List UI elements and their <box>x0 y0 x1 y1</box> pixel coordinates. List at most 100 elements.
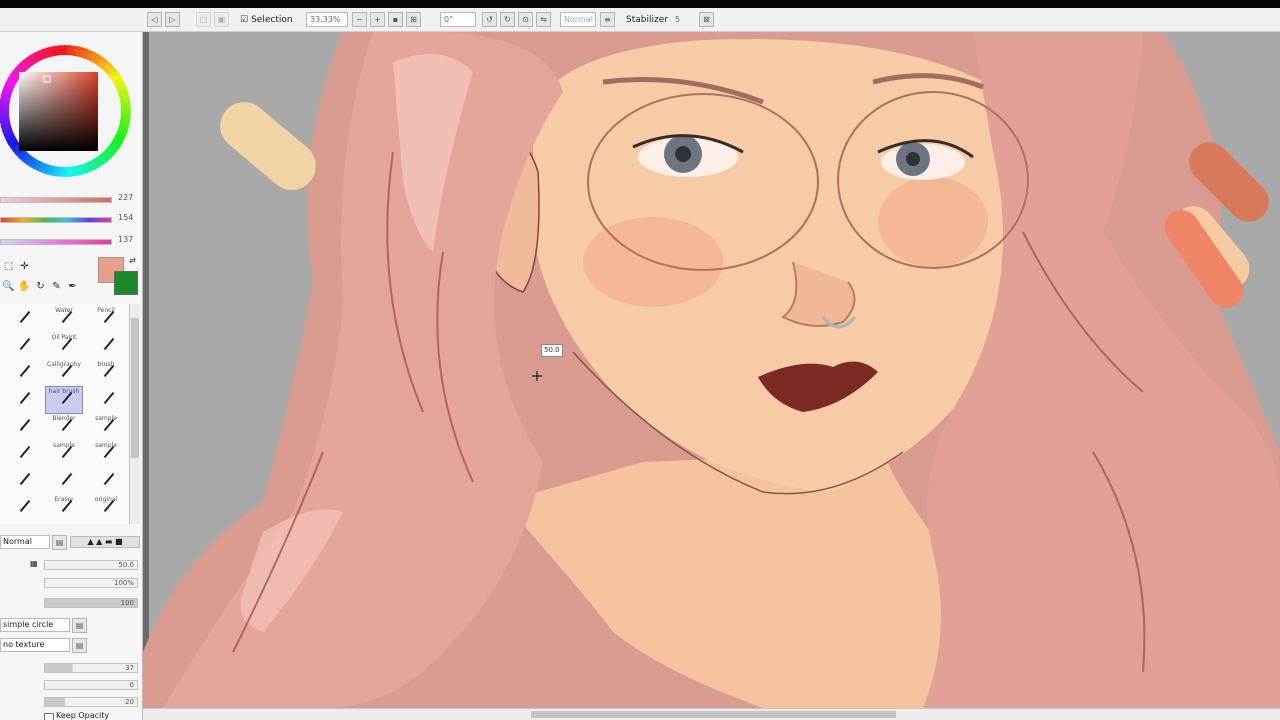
brush-slot[interactable]: Calligraphy <box>46 360 82 386</box>
brush-slot-label: Blender <box>52 415 76 422</box>
rotate-tool-icon[interactable]: ↻ <box>34 280 47 293</box>
brush-slot[interactable] <box>88 333 124 359</box>
min-size-slider[interactable]: 100% <box>44 578 138 588</box>
brush-mode-select[interactable]: Normal <box>0 535 50 549</box>
brush-slot[interactable] <box>4 414 40 440</box>
painting-canvas[interactable] <box>143 32 1280 708</box>
antialias-button[interactable]: ≡ <box>600 12 615 27</box>
zoom-reset-button[interactable]: ▪ <box>388 12 403 27</box>
brush-slot[interactable]: Blender <box>46 414 82 440</box>
brush-tip-shapes[interactable]: ▲ ▲ ▬ ■ <box>70 536 140 548</box>
canvas-area[interactable] <box>143 32 1280 708</box>
brush-slot[interactable]: sample <box>88 441 124 467</box>
brush-mode-dropdown-icon[interactable]: ▤ <box>52 535 67 550</box>
brush-slot[interactable]: Water <box>46 306 82 332</box>
hue-value: 227 <box>118 193 134 202</box>
brush-slot[interactable]: brush <box>88 360 124 386</box>
zoom-fit-button[interactable]: ⊞ <box>406 12 421 27</box>
saturation-value: 154 <box>118 213 134 222</box>
brush-icon <box>19 418 31 432</box>
brush-grid: Water Pencil Oil Paint Calligraphy brush hair… <box>0 304 128 524</box>
brush-slot[interactable] <box>46 468 82 494</box>
brush-icon <box>19 445 31 459</box>
stabilizer-select[interactable]: 5 <box>672 12 686 27</box>
brush-slot[interactable] <box>4 387 40 413</box>
texture-select[interactable]: no texture <box>0 638 70 652</box>
persistence-slider[interactable]: 20 <box>44 697 138 707</box>
zoom-in-button[interactable]: + <box>370 12 385 27</box>
value-slider[interactable]: 137 <box>0 235 142 247</box>
brush-slot[interactable]: Pencil <box>88 306 124 332</box>
size-row: ▦ 50.0 <box>0 558 142 572</box>
brush-slot[interactable]: hair brush <box>45 386 83 414</box>
stabilizer-label: Stabilizer <box>626 14 668 25</box>
size-lock-icon: ▦ <box>30 559 38 568</box>
horizontal-scroll-thumb[interactable] <box>531 711 896 718</box>
brush-slot-label: Calligraphy <box>47 361 81 368</box>
size-slider[interactable]: 50.0 <box>44 560 138 570</box>
select-all-button[interactable]: ▣ <box>214 12 229 27</box>
zoom-out-button[interactable]: − <box>352 12 367 27</box>
brush-slot-label: original <box>94 496 118 503</box>
selection-source[interactable]: ☑ Selection <box>240 12 293 27</box>
texture-dropdown-icon[interactable]: ▤ <box>72 638 87 653</box>
keep-opacity-label: Keep Opacity <box>56 711 110 720</box>
zoom-field[interactable]: 33.33% <box>306 12 348 27</box>
blend-group: Normal ≡ <box>560 12 618 27</box>
hand-tool-icon[interactable]: ✋ <box>18 280 31 293</box>
brush-slot[interactable] <box>4 495 40 521</box>
brush-icon <box>19 472 31 486</box>
pen-icon[interactable]: ✒ <box>66 280 79 293</box>
brush-icon <box>19 364 31 378</box>
rotate-group: 0° ↺ ↻ ⊙ ⇋ <box>440 12 554 27</box>
brush-slot[interactable]: sample <box>88 414 124 440</box>
density-slider[interactable]: 100 <box>44 598 138 608</box>
flip-button[interactable]: ⇋ <box>536 12 551 27</box>
keep-opacity-checkbox[interactable] <box>44 713 54 720</box>
brush-slot[interactable]: Eraser <box>46 495 82 521</box>
saturation-slider[interactable]: 154 <box>0 213 142 225</box>
brush-slot-label: Eraser <box>54 496 74 503</box>
rotate-reset-button[interactable]: ⊙ <box>518 12 533 27</box>
move-tool-icon[interactable]: ✛ <box>18 260 31 273</box>
dilution-slider[interactable]: 0 <box>44 680 138 690</box>
rotation-field[interactable]: 0° <box>440 12 476 27</box>
dilution-row: 0 <box>0 678 142 692</box>
brush-slot[interactable] <box>4 441 40 467</box>
deselect-button[interactable]: □ <box>196 12 211 27</box>
brush-slot[interactable] <box>88 387 124 413</box>
rotate-left-button[interactable]: ↺ <box>482 12 497 27</box>
color-wheel[interactable] <box>0 34 132 184</box>
brush-slot[interactable] <box>4 333 40 359</box>
brush-grid-scrollbar[interactable] <box>129 304 140 524</box>
hue-slider[interactable]: 227 <box>0 193 142 205</box>
blending-slider[interactable]: 37 <box>44 663 138 673</box>
undo-redo-group: ◁ ▷ <box>147 12 183 27</box>
window-top-strip <box>0 0 1280 8</box>
brush-slot[interactable] <box>88 468 124 494</box>
eyedropper-icon[interactable]: ✎ <box>50 280 63 293</box>
undo-button[interactable]: ◁ <box>147 12 162 27</box>
rotate-right-button[interactable]: ↻ <box>500 12 515 27</box>
shape-select[interactable]: simple circle <box>0 618 70 632</box>
swap-colors-icon[interactable]: ⇄ <box>126 254 139 267</box>
brush-slot[interactable] <box>4 306 40 332</box>
redo-button[interactable]: ▷ <box>165 12 180 27</box>
secondary-color-swatch[interactable] <box>114 271 138 295</box>
brush-icon <box>103 391 115 405</box>
shape-dropdown-icon[interactable]: ▤ <box>72 618 87 633</box>
brush-slot[interactable]: original <box>88 495 124 521</box>
brush-slot[interactable]: Oil Paint <box>46 333 82 359</box>
canvas-horizontal-scrollbar[interactable] <box>143 708 1280 720</box>
blend-mode-field[interactable]: Normal <box>560 12 596 27</box>
brush-icon <box>103 472 115 486</box>
brush-slot[interactable] <box>4 468 40 494</box>
selection-label: Selection <box>251 14 293 25</box>
brush-slot-label: sample <box>95 442 117 449</box>
select-tool-icon[interactable]: ⬚ <box>2 260 15 273</box>
zoom-tool-icon[interactable]: 🔍 <box>2 280 15 293</box>
value-value: 137 <box>118 235 134 244</box>
close-view-button[interactable]: ⊠ <box>699 12 714 27</box>
brush-slot[interactable]: sample <box>46 441 82 467</box>
brush-slot[interactable] <box>4 360 40 386</box>
